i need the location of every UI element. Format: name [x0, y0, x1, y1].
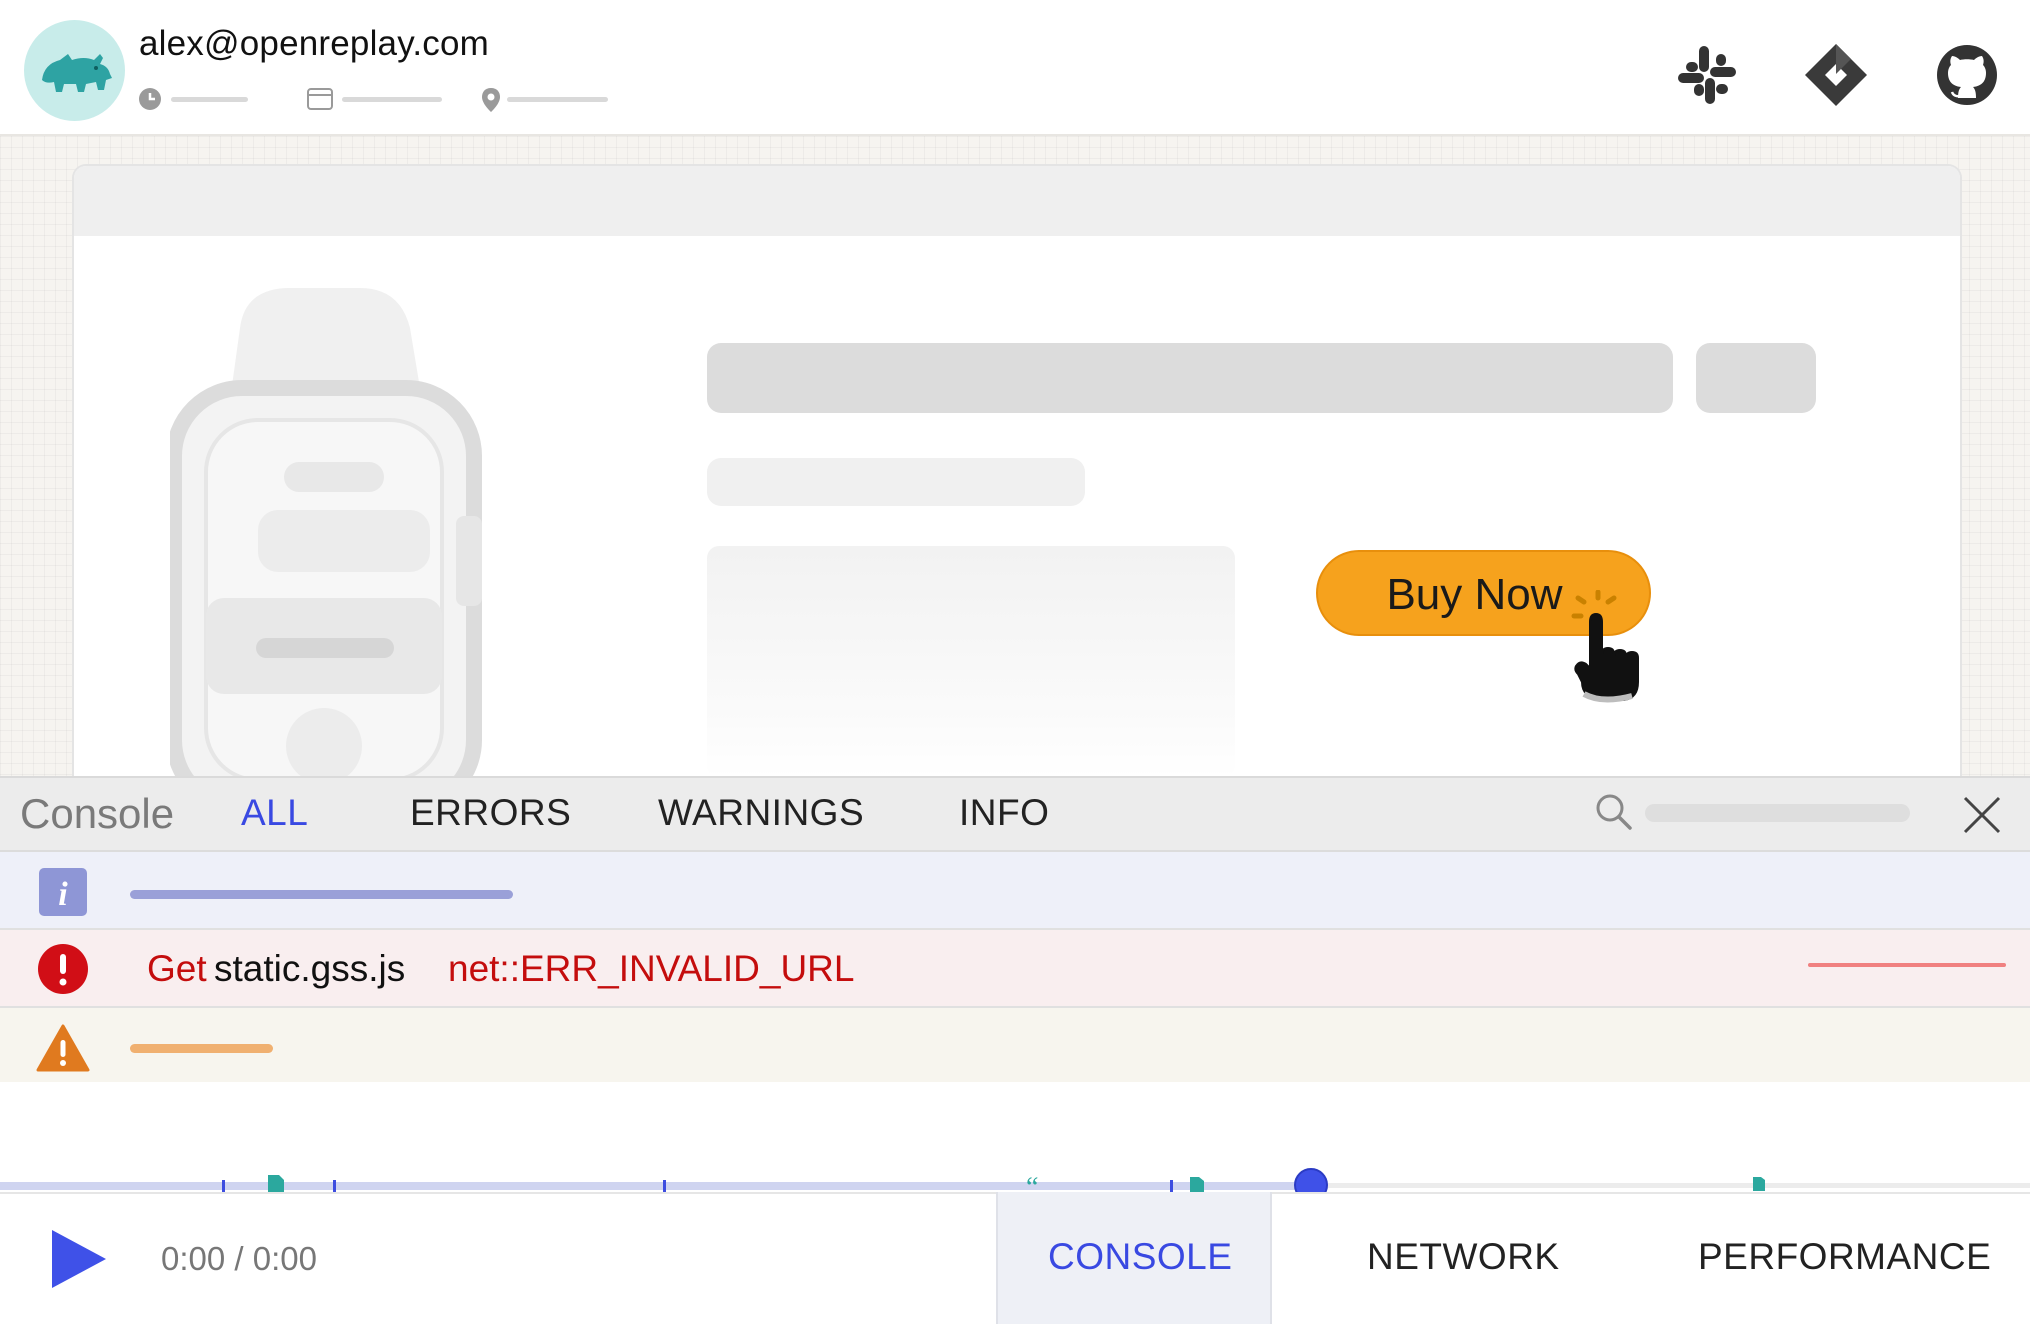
watch-product-image: [170, 288, 482, 778]
info-message-placeholder: [130, 890, 513, 899]
clock-icon: [139, 88, 161, 110]
user-email: alex@openreplay.com: [139, 24, 489, 63]
session-location-placeholder: [507, 97, 608, 102]
error-source-placeholder: [1808, 963, 2006, 967]
jira-icon[interactable]: [1801, 40, 1871, 110]
rhino-icon: [42, 54, 112, 92]
warning-icon: [36, 1024, 90, 1072]
tab-warnings[interactable]: WARNINGS: [658, 792, 864, 834]
error-icon: [38, 944, 88, 994]
close-icon[interactable]: [1962, 795, 2002, 835]
description-placeholder: [707, 546, 1235, 778]
error-file: static.gss.js: [214, 948, 406, 989]
browser-window-icon: [307, 88, 333, 110]
hand-pointer-cursor-icon: [1574, 612, 1639, 703]
player-tab-network[interactable]: NETWORK: [1367, 1236, 1560, 1278]
location-pin-icon: [482, 88, 500, 112]
svg-text:i: i: [58, 876, 68, 913]
tab-all[interactable]: ALL: [241, 792, 308, 834]
warning-message-placeholder: [130, 1044, 273, 1053]
github-icon[interactable]: [1932, 40, 2002, 110]
player-tab-console[interactable]: CONSOLE: [1048, 1236, 1232, 1278]
error-method: Get: [147, 948, 207, 989]
subtitle-placeholder: [707, 458, 1085, 506]
slack-icon[interactable]: [1672, 40, 1742, 110]
console-row-warning[interactable]: [0, 1008, 2030, 1082]
session-time-placeholder: [171, 97, 248, 102]
replayed-browser-window: [72, 164, 1962, 778]
tab-info[interactable]: INFO: [959, 792, 1049, 834]
timeline-event-marker[interactable]: [333, 1180, 336, 1192]
timeline-event-marker[interactable]: [663, 1180, 666, 1192]
timeline-event-marker[interactable]: [1170, 1180, 1173, 1192]
browser-toolbar: [74, 166, 1960, 236]
info-icon: i: [39, 868, 87, 916]
console-title: Console: [20, 790, 175, 837]
user-avatar[interactable]: [24, 20, 125, 121]
console-search-input[interactable]: [1645, 804, 1910, 822]
play-icon[interactable]: [48, 1228, 110, 1290]
price-placeholder: [1696, 343, 1816, 413]
document-marker-icon[interactable]: [1752, 1176, 1766, 1192]
tab-errors[interactable]: ERRORS: [410, 792, 571, 834]
session-browser-placeholder: [342, 97, 442, 102]
timeline-event-marker[interactable]: [222, 1180, 225, 1192]
player-tab-performance[interactable]: PERFORMANCE: [1698, 1236, 1991, 1278]
search-icon[interactable]: [1594, 792, 1634, 832]
timeline-remaining[interactable]: [1312, 1183, 2030, 1188]
timeline-progress[interactable]: [0, 1182, 1312, 1190]
product-title-placeholder: [707, 343, 1673, 413]
playback-time: 0:00 / 0:00: [161, 1240, 317, 1277]
error-message: net::ERR_INVALID_URL: [448, 948, 855, 989]
